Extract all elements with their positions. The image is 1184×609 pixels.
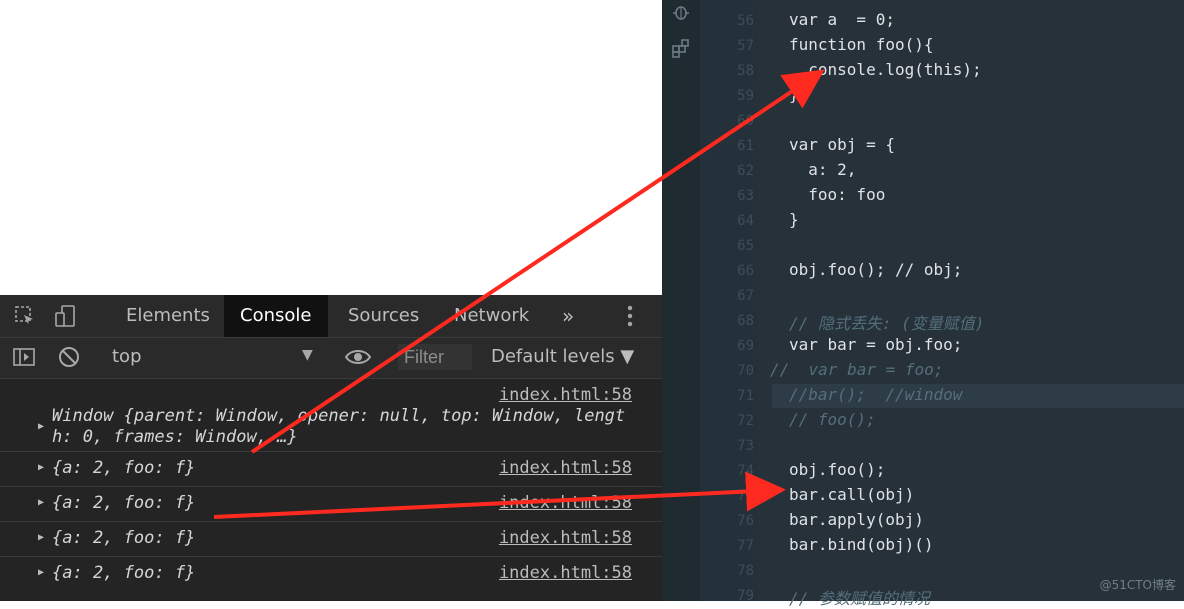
devtools-panel: Elements Console Sources Network » top ▼… [0, 295, 662, 601]
context-selector[interactable]: top [112, 346, 142, 367]
expand-triangle-icon[interactable]: ▶ [38, 532, 44, 543]
tab-network[interactable]: Network [438, 295, 542, 337]
tab-sources[interactable]: Sources [332, 295, 432, 337]
line-number: 65 [737, 238, 754, 254]
console-object-text: {a: 2, foo: f} [52, 493, 196, 513]
line-number: 58 [737, 63, 754, 79]
code-line[interactable]: obj.foo(); [789, 460, 885, 479]
console-message[interactable]: index.html:58 ▶ Window {parent: Window, … [0, 379, 662, 452]
watermark: @51CTO博客 [1099, 578, 1176, 592]
console-message[interactable]: index.html:58 ▶ {a: 2, foo: f} [0, 522, 662, 557]
default-levels-dropdown[interactable]: Default levels ▼ [491, 346, 634, 367]
line-number: 76 [737, 513, 754, 529]
line-number: 77 [737, 538, 754, 554]
source-link[interactable]: index.html:58 [499, 385, 632, 405]
code-line[interactable]: foo: foo [789, 185, 885, 204]
code-line[interactable]: } [789, 210, 799, 229]
code-line[interactable]: var obj = { [789, 135, 895, 154]
line-number: 72 [737, 413, 754, 429]
device-toolbar-icon[interactable] [54, 304, 78, 333]
extensions-icon[interactable] [671, 38, 691, 62]
line-number: 74 [737, 463, 754, 479]
console-output: index.html:58 ▶ Window {parent: Window, … [0, 379, 662, 601]
console-object-text: Window {parent: Window, opener: null, to… [52, 406, 626, 426]
console-toolbar: top ▼ Default levels ▼ [0, 338, 662, 379]
console-object-text: h: 0, frames: Window, …} [52, 427, 298, 447]
line-number: 71 [737, 388, 754, 404]
code-editor: var a = 0; function foo(){ console.log(th… [662, 0, 1184, 608]
line-number: 61 [737, 138, 754, 154]
line-number: 78 [737, 563, 754, 579]
code-line[interactable]: // foo(); [789, 410, 876, 429]
console-message[interactable]: index.html:58 ▶ {a: 2, foo: f} [0, 557, 662, 591]
code-line[interactable]: // var bar = foo; [770, 360, 943, 379]
code-line[interactable]: var a = 0; [789, 10, 895, 29]
inspect-element-icon[interactable] [14, 305, 36, 332]
browser-page-area [0, 0, 662, 295]
filter-input[interactable] [398, 344, 472, 370]
code-line[interactable]: bar.call(obj) [789, 485, 914, 504]
source-link[interactable]: index.html:58 [499, 528, 632, 548]
code-line[interactable]: // 隐式丢失: (变量赋值) [789, 310, 984, 334]
console-object-text: {a: 2, foo: f} [52, 528, 196, 548]
devtools-tabbar: Elements Console Sources Network » [0, 295, 662, 338]
line-number: 68 [737, 313, 754, 329]
code-line[interactable]: console.log(this); [789, 60, 981, 79]
line-number: 60 [737, 113, 754, 129]
tab-console[interactable]: Console [224, 295, 328, 337]
activity-bar [662, 0, 700, 601]
source-link[interactable]: index.html:58 [499, 563, 632, 583]
expand-triangle-icon[interactable]: ▶ [38, 421, 44, 432]
line-number: 73 [737, 438, 754, 454]
code-line[interactable]: a: 2, [789, 160, 856, 179]
line-number: 79 [737, 588, 754, 604]
chevron-down-icon[interactable]: ▼ [302, 347, 313, 363]
tab-elements[interactable]: Elements [110, 295, 220, 337]
eye-icon[interactable] [344, 345, 372, 374]
code-line[interactable]: var bar = obj.foo; [789, 335, 962, 354]
line-number: 62 [737, 163, 754, 179]
line-number: 66 [737, 263, 754, 279]
line-number: 59 [737, 88, 754, 104]
source-link[interactable]: index.html:58 [499, 493, 632, 513]
code-line[interactable]: bar.bind(obj)() [789, 535, 934, 554]
line-number: 64 [737, 213, 754, 229]
line-number: 70 [737, 363, 754, 379]
line-number: 69 [737, 338, 754, 354]
code-line[interactable]: // 参数赋值的情况 [789, 585, 930, 609]
code-line[interactable]: function foo(){ [789, 35, 934, 54]
kebab-menu-icon[interactable] [626, 304, 634, 333]
sidebar-toggle-icon[interactable] [12, 345, 36, 374]
debug-icon[interactable] [671, 2, 691, 26]
line-number: 75 [737, 488, 754, 504]
line-number: 63 [737, 188, 754, 204]
code-line[interactable]: } [789, 85, 799, 104]
expand-triangle-icon[interactable]: ▶ [38, 567, 44, 578]
console-message[interactable]: index.html:58 ▶ {a: 2, foo: f} [0, 487, 662, 522]
more-tabs-button[interactable]: » [546, 295, 586, 337]
code-line[interactable]: obj.foo(); // obj; [789, 260, 962, 279]
code-line[interactable]: //bar(); //window [789, 385, 962, 404]
console-object-text: {a: 2, foo: f} [52, 458, 196, 478]
source-link[interactable]: index.html:58 [499, 458, 632, 478]
clear-console-icon[interactable] [57, 345, 81, 374]
console-message[interactable]: index.html:58 ▶ {a: 2, foo: f} [0, 452, 662, 487]
line-number: 56 [737, 13, 754, 29]
console-object-text: {a: 2, foo: f} [52, 563, 196, 583]
expand-triangle-icon[interactable]: ▶ [38, 462, 44, 473]
expand-triangle-icon[interactable]: ▶ [38, 497, 44, 508]
line-number: 67 [737, 288, 754, 304]
code-line[interactable]: bar.apply(obj) [789, 510, 924, 529]
line-number: 57 [737, 38, 754, 54]
